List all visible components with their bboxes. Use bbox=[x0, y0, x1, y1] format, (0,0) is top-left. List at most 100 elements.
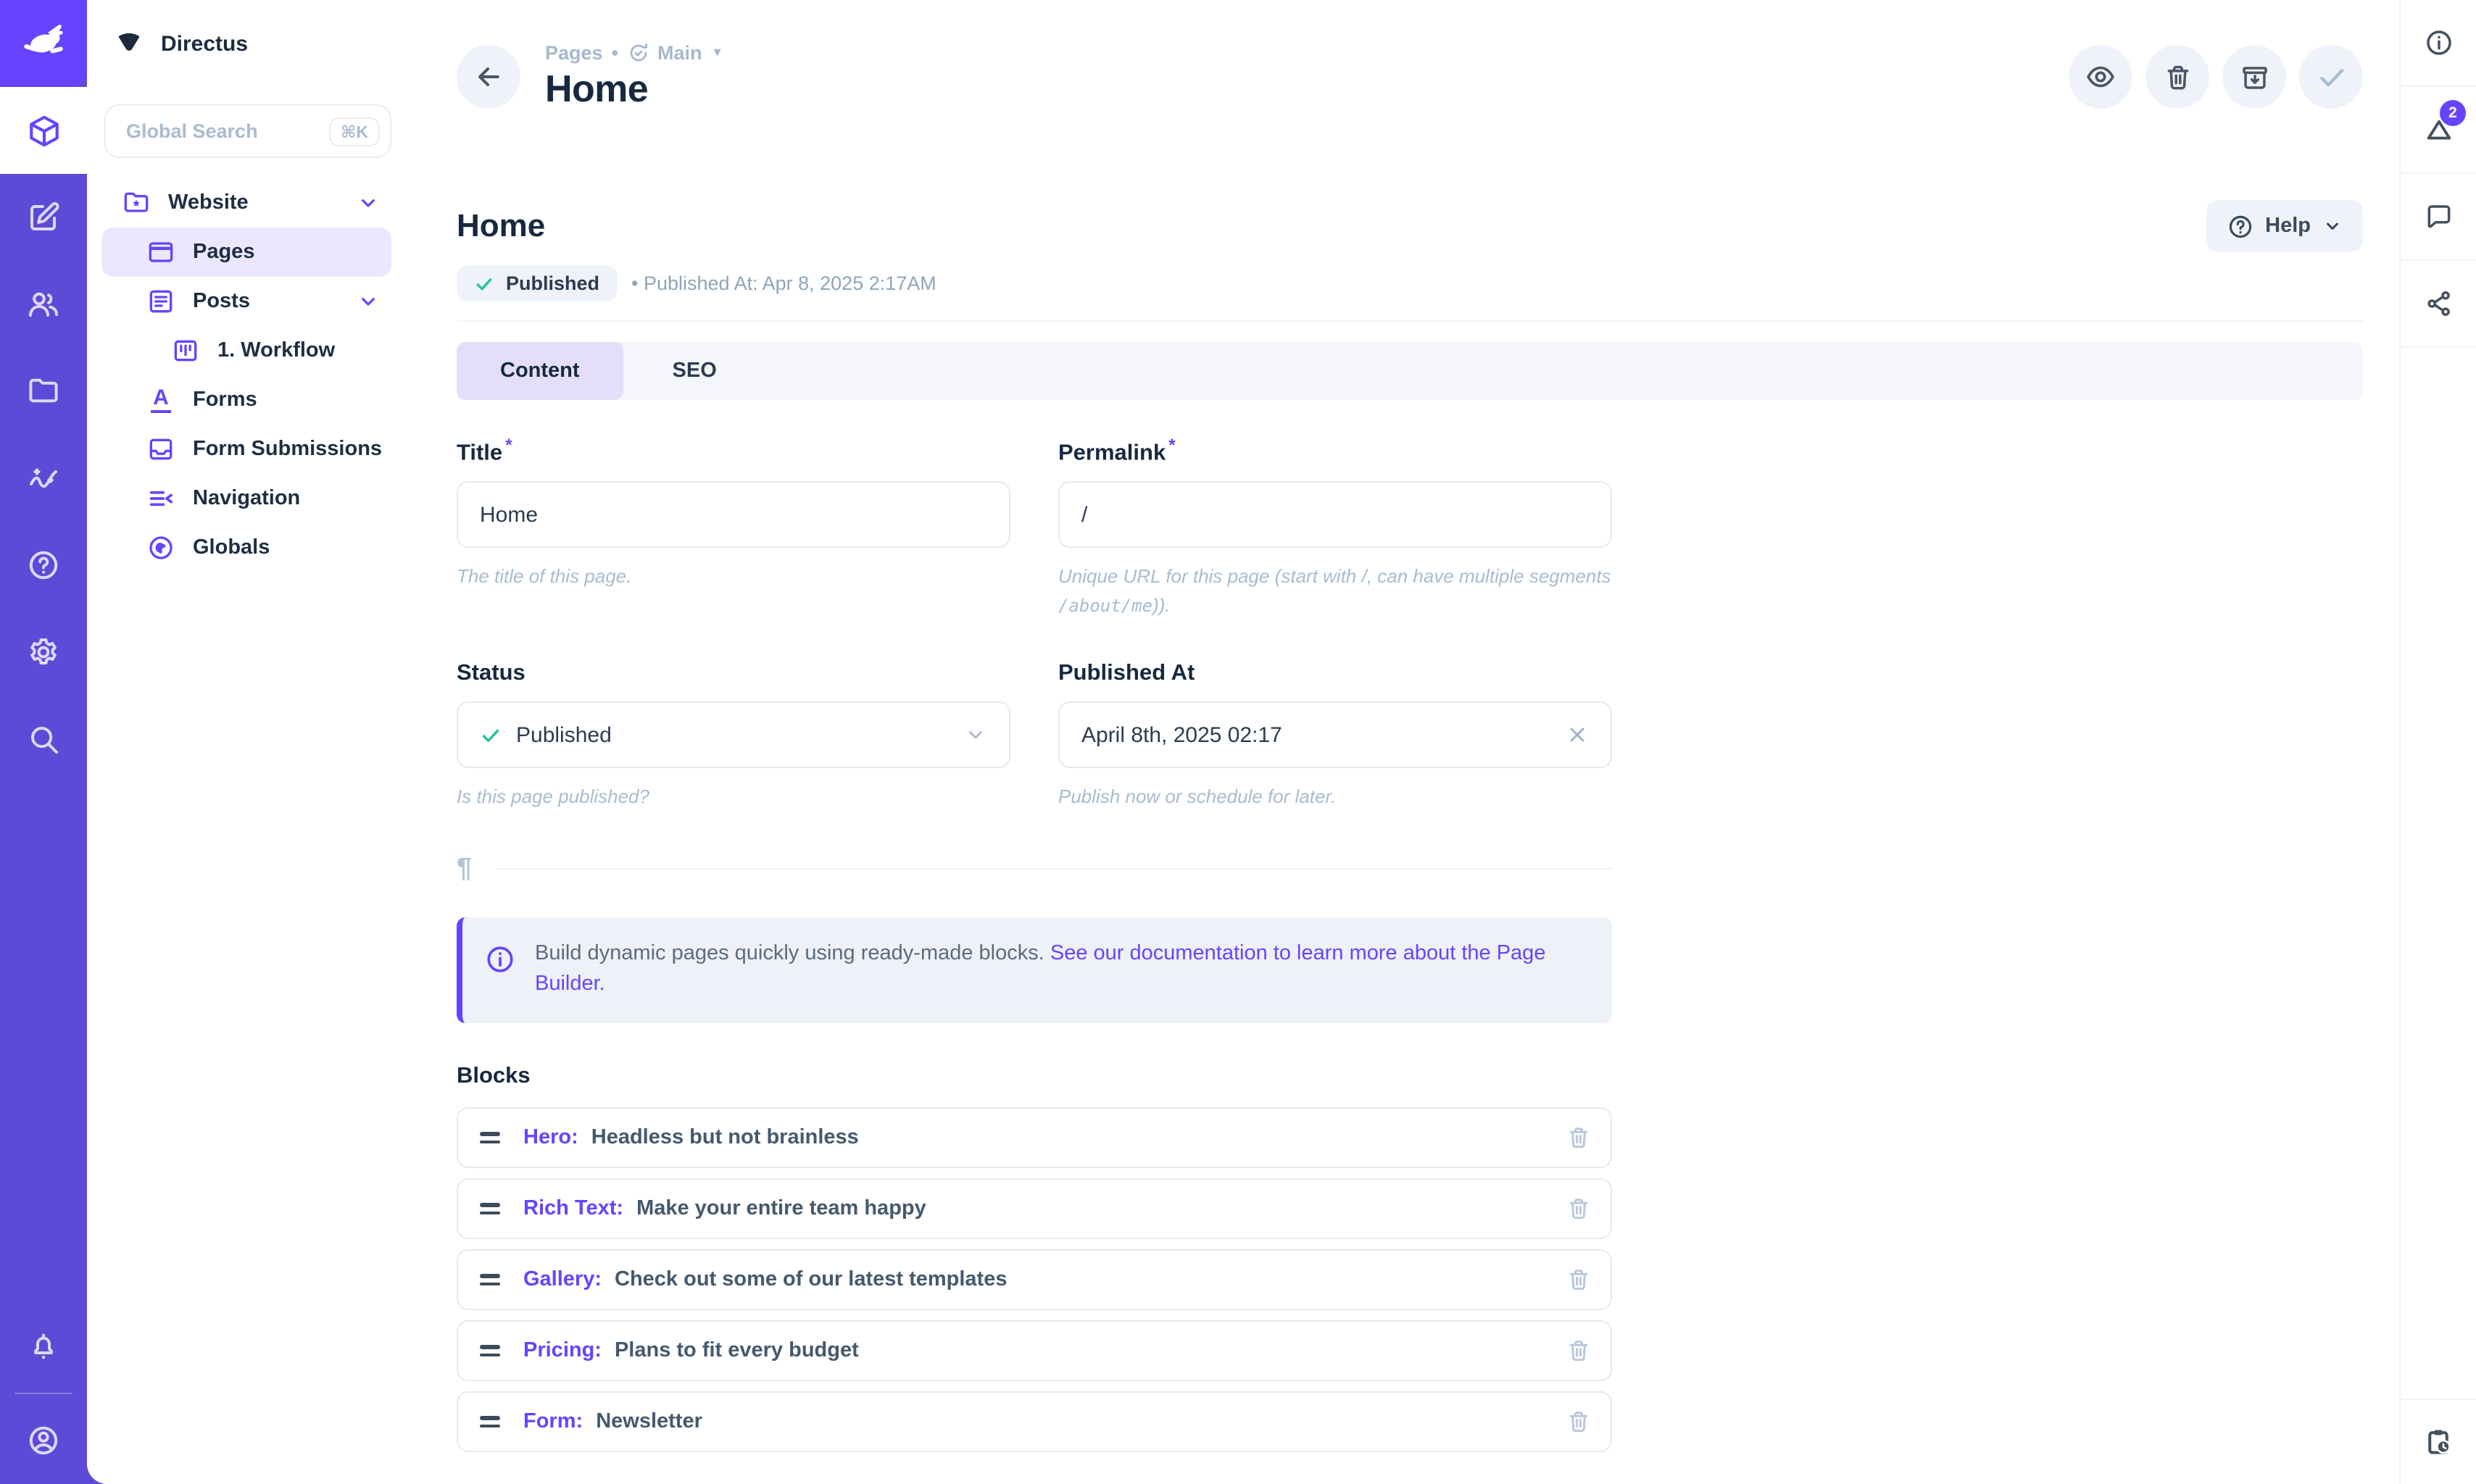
form-row-2: Status Published Is this page published? bbox=[457, 662, 2363, 812]
block-row[interactable]: Pricing: Plans to fit every budget bbox=[457, 1320, 1612, 1381]
page-title: Home bbox=[545, 67, 721, 112]
delete-button[interactable] bbox=[2145, 45, 2209, 109]
help-icon bbox=[26, 548, 61, 583]
trash-icon bbox=[1566, 1196, 1592, 1222]
module-files[interactable] bbox=[0, 348, 87, 435]
info-panel-button[interactable] bbox=[2401, 0, 2476, 87]
remove-block-button[interactable] bbox=[1566, 1196, 1592, 1222]
comments-panel-button[interactable] bbox=[2401, 174, 2476, 261]
block-row[interactable]: Hero: Headless but not brainless bbox=[457, 1107, 1612, 1168]
remove-block-button[interactable] bbox=[1566, 1338, 1592, 1364]
project-header[interactable]: Directus bbox=[87, 0, 406, 87]
module-content[interactable] bbox=[0, 87, 87, 174]
field-status: Status Published Is this page published? bbox=[457, 662, 1010, 812]
drag-handle-icon[interactable] bbox=[480, 1274, 500, 1285]
sidebar-item-label: Pages bbox=[193, 241, 254, 264]
help-button[interactable]: Help bbox=[2206, 200, 2363, 252]
archive-button[interactable] bbox=[2222, 45, 2286, 109]
folder-icon bbox=[26, 374, 61, 409]
box-icon bbox=[25, 112, 62, 149]
module-help[interactable] bbox=[0, 522, 87, 609]
block-type: Gallery: bbox=[523, 1268, 602, 1291]
back-button[interactable] bbox=[457, 45, 520, 109]
sidebar-item-label: Form Submissions bbox=[193, 438, 382, 461]
section-divider: ¶ bbox=[457, 853, 1612, 885]
module-insights[interactable] bbox=[0, 435, 87, 522]
title-block: Pages • Main ▾ Home bbox=[545, 42, 721, 112]
module-editor[interactable] bbox=[0, 174, 87, 261]
tab-content[interactable]: Content bbox=[457, 342, 623, 400]
revisions-panel-button[interactable]: 2 bbox=[2401, 87, 2476, 174]
trash-icon bbox=[2162, 62, 2193, 92]
search-shortcut-badge: ⌘K bbox=[329, 117, 380, 146]
sidebar-item-label: 1. Workflow bbox=[217, 339, 335, 362]
status-row: Published • Published At: Apr 8, 2025 2:… bbox=[457, 265, 2363, 301]
field-label: Title* bbox=[457, 435, 1010, 467]
shares-panel-button[interactable] bbox=[2401, 261, 2476, 348]
breadcrumb[interactable]: Pages • Main ▾ bbox=[545, 42, 721, 64]
permalink-input[interactable]: / bbox=[1058, 481, 1612, 548]
preview-button[interactable] bbox=[2069, 45, 2132, 109]
directus-logo[interactable] bbox=[0, 0, 87, 87]
remove-block-button[interactable] bbox=[1566, 1409, 1592, 1435]
trash-icon bbox=[1566, 1125, 1592, 1151]
remove-block-button[interactable] bbox=[1566, 1267, 1592, 1293]
module-settings[interactable] bbox=[0, 609, 87, 696]
published-at-input[interactable]: April 8th, 2025 02:17 bbox=[1058, 702, 1612, 769]
module-users[interactable] bbox=[0, 261, 87, 348]
chevron-down-icon[interactable] bbox=[357, 191, 380, 214]
sidebar-item-pages[interactable]: Pages bbox=[101, 228, 391, 277]
detail-title: Home bbox=[457, 207, 545, 245]
field-label: Status bbox=[457, 662, 1010, 688]
remove-block-button[interactable] bbox=[1566, 1125, 1592, 1151]
breadcrumb-collection[interactable]: Pages bbox=[545, 42, 603, 64]
share-icon bbox=[2423, 288, 2454, 319]
drag-handle-icon[interactable] bbox=[480, 1416, 500, 1427]
block-row[interactable]: Form: Newsletter bbox=[457, 1391, 1612, 1452]
project-name: Directus bbox=[161, 31, 248, 56]
tab-seo[interactable]: SEO bbox=[623, 342, 766, 400]
sidebar-item-navigation[interactable]: Navigation bbox=[101, 474, 391, 523]
title-input[interactable]: Home bbox=[457, 481, 1010, 548]
blocks-list: Hero: Headless but not brainless bbox=[457, 1107, 1612, 1452]
drag-handle-icon[interactable] bbox=[480, 1345, 500, 1356]
sidebar-item-posts[interactable]: Posts bbox=[101, 277, 391, 326]
block-row[interactable]: Rich Text: Make your entire team happy bbox=[457, 1178, 1612, 1239]
clipboard-clock-icon bbox=[2422, 1426, 2454, 1458]
sidebar-item-label: Forms bbox=[193, 388, 257, 412]
inbox-icon bbox=[146, 435, 175, 464]
sidebar-item-website[interactable]: Website bbox=[101, 178, 391, 228]
status-badge: Published bbox=[457, 265, 617, 301]
blocks-label: Blocks bbox=[457, 1064, 2363, 1090]
sidebar-item-forms[interactable]: A Forms bbox=[101, 375, 391, 425]
status-select[interactable]: Published bbox=[457, 702, 1010, 769]
block-type: Pricing: bbox=[523, 1339, 602, 1362]
clear-icon[interactable] bbox=[1566, 724, 1589, 747]
block-title: Headless but not brainless bbox=[591, 1126, 859, 1149]
caret-down-icon[interactable]: ▾ bbox=[714, 45, 721, 61]
module-search[interactable] bbox=[0, 696, 87, 783]
article-icon bbox=[146, 287, 175, 316]
breadcrumb-version[interactable]: Main bbox=[657, 42, 702, 64]
drag-handle-icon[interactable] bbox=[480, 1132, 500, 1143]
sidebar-item-workflow[interactable]: 1. Workflow bbox=[101, 326, 391, 375]
drag-handle-icon[interactable] bbox=[480, 1203, 500, 1214]
notifications-button[interactable] bbox=[0, 1303, 87, 1390]
edit-icon bbox=[26, 200, 61, 235]
flows-panel-button[interactable] bbox=[2401, 1398, 2476, 1484]
field-note: The title of this page. bbox=[457, 562, 1010, 591]
global-search-input[interactable]: Global Search ⌘K bbox=[104, 104, 391, 158]
users-icon bbox=[26, 287, 61, 322]
sidebar-item-form-submissions[interactable]: Form Submissions bbox=[101, 425, 391, 474]
kanban-icon bbox=[171, 336, 200, 365]
field-title: Title* Home The title of this page. bbox=[457, 435, 1010, 621]
block-title: Make your entire team happy bbox=[636, 1197, 926, 1220]
block-row[interactable]: Gallery: Check out some of our latest te… bbox=[457, 1249, 1612, 1310]
eye-icon bbox=[2085, 61, 2116, 93]
save-button[interactable] bbox=[2299, 45, 2363, 109]
chevron-down-icon bbox=[964, 724, 987, 747]
chevron-down-icon[interactable] bbox=[357, 290, 380, 313]
revisions-count-badge: 2 bbox=[2440, 100, 2466, 126]
sidebar-item-globals[interactable]: Globals bbox=[101, 523, 391, 572]
account-button[interactable] bbox=[0, 1397, 87, 1484]
